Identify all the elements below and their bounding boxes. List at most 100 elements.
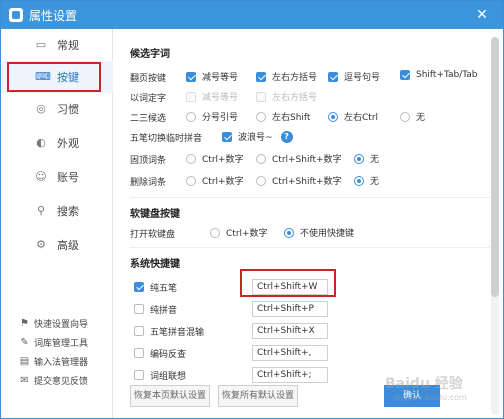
checkbox-box <box>328 71 338 82</box>
settings-window: 属性设置 ✕ ▭ 常规 ⌨ 按键 ◎ 习惯 ◐ 外观 ☺ 账号 ⚲ 搜索 ⚙ 高… <box>0 0 504 419</box>
option-label: Shift+Tab/Tab <box>416 70 478 80</box>
option-label: Ctrl+数字 <box>202 155 244 165</box>
checkbox-box <box>186 71 196 82</box>
paging-shift-tab-checkbox[interactable]: Shift+Tab/Tab <box>400 70 478 80</box>
flag-icon: ⚑ <box>20 317 29 329</box>
scrollbar-thumb[interactable] <box>491 37 499 297</box>
highlight-box-keys <box>7 62 101 92</box>
restore-page-defaults-button[interactable]: 恢复本页默认设置 <box>130 385 210 407</box>
option-label: 逗号句号 <box>344 73 381 83</box>
paging-comma-period-checkbox[interactable]: 逗号句号 <box>328 70 380 83</box>
radio-circle <box>256 111 266 122</box>
option-label: 减号等号 <box>202 73 239 83</box>
paging-brackets-checkbox[interactable]: 左右方括号 <box>256 70 317 83</box>
radio-circle <box>354 175 364 186</box>
section-divider <box>130 197 490 198</box>
hotkey-checkbox[interactable] <box>134 304 144 314</box>
hotkey-input-reverse-lookup[interactable]: Ctrl+Shift+, <box>252 345 328 361</box>
option-label: Ctrl+数字 <box>226 229 268 239</box>
hotkey-checkbox[interactable] <box>134 326 144 336</box>
delete-word-ctrl-radio[interactable]: Ctrl+数字 <box>186 174 244 187</box>
tool-label: 词库管理工具 <box>34 338 89 349</box>
hotkey-checkbox[interactable] <box>134 282 144 292</box>
window-title: 属性设置 <box>29 9 78 23</box>
watermark-url: jingyan.baidu.com <box>393 393 467 402</box>
soft-keyboard-none-radio[interactable]: 不使用快捷键 <box>284 226 354 239</box>
hotkey-checkbox[interactable] <box>134 348 144 358</box>
help-icon[interactable]: ? <box>280 130 293 143</box>
hotkey-input-pure-pinyin[interactable]: Ctrl+Shift+P <box>252 301 328 317</box>
delete-word-none-radio[interactable]: 无 <box>354 174 379 187</box>
sidebar-item-advanced[interactable]: ⚙ 高级 <box>1 229 113 261</box>
sidebar-item-label: 搜索 <box>57 205 79 218</box>
option-label: Ctrl+数字 <box>202 177 244 187</box>
checkbox-box <box>222 131 232 142</box>
checkbox-box <box>186 91 196 102</box>
delete-word-ctrl-shift-radio[interactable]: Ctrl+Shift+数字 <box>256 174 342 187</box>
row-label-delete-word: 删除词条 <box>130 178 167 188</box>
wubi-pinyin-tilde-checkbox[interactable]: 波浪号~ ? <box>222 130 293 143</box>
quick-setup-link[interactable]: ⚑ 快速设置向导 <box>19 314 88 332</box>
hotkey-label: 词组联想 <box>150 371 187 382</box>
restore-all-defaults-button[interactable]: 恢复所有默认设置 <box>218 385 298 407</box>
pin-word-ctrl-shift-radio[interactable]: Ctrl+Shift+数字 <box>256 152 342 165</box>
dictionary-icon: ✎ <box>20 336 29 348</box>
radio-circle <box>186 175 196 186</box>
gear-icon: ⚙ <box>36 238 46 251</box>
second-third-ctrl-radio[interactable]: 左右Ctrl <box>328 110 378 123</box>
hotkey-label: 纯五笔 <box>150 283 178 294</box>
feedback-icon: ✉ <box>20 374 29 386</box>
ime-manager-link[interactable]: ▤ 输入法管理器 <box>19 352 88 370</box>
option-label: Ctrl+Shift+数字 <box>272 177 342 187</box>
second-third-none-radio[interactable]: 无 <box>400 110 425 123</box>
pin-word-ctrl-radio[interactable]: Ctrl+数字 <box>186 152 244 165</box>
content-scrollbar[interactable] <box>491 37 499 415</box>
hotkey-row-reverse-lookup: 编码反查 <box>134 345 186 361</box>
sidebar: ▭ 常规 ⌨ 按键 ◎ 习惯 ◐ 外观 ☺ 账号 ⚲ 搜索 ⚙ 高级 ⚑ 快速设… <box>1 29 113 418</box>
checkbox-box <box>256 71 266 82</box>
hotkey-input-phrase-association[interactable]: Ctrl+Shift+; <box>252 367 328 383</box>
row-label-second-third: 二三候选 <box>130 114 167 124</box>
close-button[interactable]: ✕ <box>473 6 491 24</box>
search-icon: ⚲ <box>36 204 46 217</box>
sidebar-item-label: 习惯 <box>57 103 79 116</box>
tool-label: 输入法管理器 <box>34 357 89 368</box>
row-label-word-select: 以词定字 <box>130 94 167 104</box>
option-label: 左右Ctrl <box>344 113 379 123</box>
checkbox-box <box>256 91 266 102</box>
sidebar-item-appearance[interactable]: ◐ 外观 <box>1 127 113 159</box>
title-bar: 属性设置 ✕ <box>1 1 503 29</box>
sidebar-item-label: 外观 <box>57 137 79 150</box>
radio-circle <box>284 227 294 238</box>
sidebar-item-account[interactable]: ☺ 账号 <box>1 161 113 193</box>
row-label-paging: 翻页按键 <box>130 74 167 84</box>
paging-minus-equal-checkbox[interactable]: 减号等号 <box>186 70 238 83</box>
sidebar-item-search[interactable]: ⚲ 搜索 <box>1 195 113 227</box>
radio-circle <box>186 111 196 122</box>
second-third-semicolon-radio[interactable]: 分号引号 <box>186 110 238 123</box>
monitor-icon: ▭ <box>35 38 47 51</box>
hotkey-label: 纯拼音 <box>150 305 178 316</box>
radio-circle <box>256 175 266 186</box>
hotkey-label: 编码反查 <box>150 349 187 360</box>
habit-icon: ◎ <box>36 102 46 115</box>
radio-circle <box>328 111 338 122</box>
hotkey-checkbox[interactable] <box>134 370 144 380</box>
soft-keyboard-ctrl-radio[interactable]: Ctrl+数字 <box>210 226 268 239</box>
hotkey-row-phrase-association: 词组联想 <box>134 367 186 383</box>
feedback-link[interactable]: ✉ 提交意见反馈 <box>19 371 88 389</box>
word-select-brackets-checkbox[interactable]: 左右方括号 <box>256 90 317 103</box>
dictionary-tool-link[interactable]: ✎ 词库管理工具 <box>19 333 88 351</box>
option-label: 左右Shift <box>272 113 311 123</box>
manager-icon: ▤ <box>19 355 30 367</box>
second-third-shift-radio[interactable]: 左右Shift <box>256 110 310 123</box>
sidebar-item-label: 账号 <box>57 171 79 184</box>
word-select-minus-equal-checkbox[interactable]: 减号等号 <box>186 90 238 103</box>
hotkey-input-mixed[interactable]: Ctrl+Shift+X <box>252 323 328 339</box>
hotkey-row-pure-pinyin: 纯拼音 <box>134 301 177 317</box>
pin-word-none-radio[interactable]: 无 <box>354 152 379 165</box>
sidebar-item-habit[interactable]: ◎ 习惯 <box>1 93 113 125</box>
option-label: 左右方括号 <box>272 93 318 103</box>
sidebar-item-general[interactable]: ▭ 常规 <box>1 29 113 61</box>
settings-content: 候选字词 翻页按键 减号等号 左右方括号 逗号句号 Shift+Tab/Tab … <box>114 29 490 418</box>
